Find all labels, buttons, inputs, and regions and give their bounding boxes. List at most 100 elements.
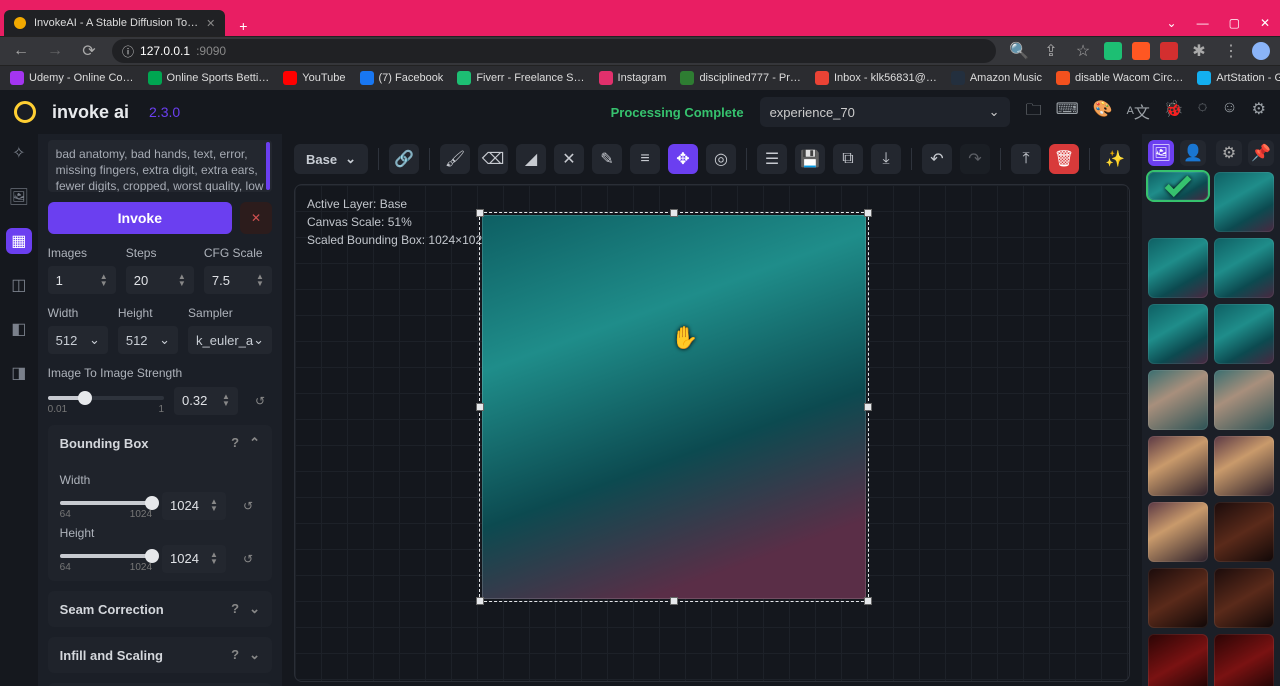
eraser-tool-icon[interactable]: ⌫ — [478, 144, 508, 174]
chevron-down-icon[interactable]: ⌄ — [1167, 16, 1177, 30]
options-icon[interactable]: ≡ — [630, 144, 660, 174]
gallery-thumb[interactable] — [1148, 304, 1208, 364]
sampler-select[interactable]: k_euler_a⌄ — [188, 326, 272, 354]
menu-dots-icon[interactable]: ⋮ — [1220, 40, 1242, 62]
nav-back-button[interactable]: ← — [10, 40, 32, 62]
bug-icon[interactable]: 🐞 — [1164, 99, 1184, 126]
section-seam-correction[interactable]: Seam Correction ?⌄ — [48, 591, 272, 627]
negative-prompt-input[interactable]: bad anatomy, bad hands, text, error, mis… — [48, 140, 272, 192]
window-close-icon[interactable]: ✕ — [1260, 16, 1270, 30]
gallery-thumb[interactable] — [1214, 238, 1274, 298]
nav-reload-button[interactable]: ⟳ — [78, 40, 100, 62]
language-icon[interactable]: ᴬ文 — [1127, 99, 1150, 126]
maximize-icon[interactable]: ▢ — [1229, 16, 1240, 30]
canvas[interactable]: Active Layer: Base Canvas Scale: 51% Sca… — [294, 184, 1130, 682]
help-icon[interactable]: ? — [231, 647, 239, 663]
bbox-handle-nw[interactable] — [476, 209, 484, 217]
discord-icon[interactable]: ☺ — [1221, 99, 1237, 126]
gallery-thumb[interactable] — [1214, 370, 1274, 430]
minimize-icon[interactable]: — — [1197, 16, 1209, 30]
bbox-handle-n[interactable] — [670, 209, 678, 217]
layers-icon[interactable]: ☰ — [757, 144, 787, 174]
bookmark-item[interactable]: YouTube — [283, 71, 345, 85]
browser-tab[interactable]: InvokeAI - A Stable Diffusion To… ✕ — [4, 10, 225, 36]
tab-close-icon[interactable]: ✕ — [206, 17, 215, 30]
rail-canvas-icon[interactable]: ▦ — [6, 228, 32, 254]
bookmark-item[interactable]: Udemy - Online Co… — [10, 71, 134, 85]
step-down-icon[interactable]: ▼ — [210, 506, 218, 512]
height-select[interactable]: 512⌄ — [118, 326, 178, 354]
new-tab-button[interactable]: + — [233, 16, 253, 36]
profile-avatar[interactable] — [1252, 42, 1270, 60]
model-select[interactable]: experience_70 ⌄ — [760, 97, 1010, 127]
step-down-icon[interactable]: ▼ — [100, 281, 108, 287]
bbox-handle-e[interactable] — [864, 403, 872, 411]
i2i-reset-button[interactable]: ↺ — [248, 389, 272, 413]
rail-txt2img-icon[interactable]: ✧ — [6, 140, 32, 166]
gallery-images-tab[interactable]: 🖼 — [1148, 140, 1174, 166]
gallery-thumb[interactable] — [1148, 238, 1208, 298]
rail-img2img-icon[interactable]: 🖼 — [6, 184, 32, 210]
help-icon[interactable]: ? — [231, 435, 239, 451]
rail-postprocess-icon[interactable]: ◧ — [6, 316, 32, 342]
bbox-handle-s[interactable] — [670, 597, 678, 605]
step-down-icon[interactable]: ▼ — [210, 559, 218, 565]
i2i-input[interactable]: 0.32▲▼ — [174, 387, 238, 415]
width-select[interactable]: 512⌄ — [48, 326, 108, 354]
chevron-down-icon[interactable]: ⌄ — [249, 601, 260, 617]
folder-icon[interactable]: 🗀 — [1026, 99, 1042, 126]
chevron-down-icon[interactable]: ⌄ — [249, 647, 260, 663]
bbox-width-input[interactable]: 1024▲▼ — [162, 492, 226, 520]
recenter-icon[interactable]: ◎ — [706, 144, 736, 174]
rail-nodes-icon[interactable]: ◫ — [6, 272, 32, 298]
redo-icon[interactable]: ↷ — [960, 144, 990, 174]
steps-input[interactable]: 20▲▼ — [126, 266, 194, 294]
gallery-settings-icon[interactable]: ⚙ — [1216, 140, 1242, 166]
share-icon[interactable]: ⇪ — [1040, 40, 1062, 62]
move-tool-icon[interactable]: ✥ — [668, 144, 698, 174]
extensions-puzzle-icon[interactable]: ✱ — [1188, 40, 1210, 62]
gallery-thumb[interactable] — [1214, 634, 1274, 686]
bbox-handle-ne[interactable] — [864, 209, 872, 217]
wand-icon[interactable]: ✨ — [1100, 144, 1130, 174]
bounding-box[interactable] — [479, 212, 869, 602]
gallery-thumb[interactable] — [1214, 502, 1274, 562]
cfg-input[interactable]: 7.5▲▼ — [204, 266, 272, 294]
step-down-icon[interactable]: ▼ — [222, 401, 230, 407]
bbox-width-slider[interactable] — [60, 501, 152, 505]
bookmark-item[interactable]: disciplined777 - Pr… — [680, 71, 801, 85]
rail-training-icon[interactable]: ◨ — [6, 360, 32, 386]
bbox-height-reset[interactable]: ↺ — [236, 547, 260, 571]
invoke-button[interactable]: Invoke — [48, 202, 232, 234]
fill-tool-icon[interactable]: ◢ — [516, 144, 546, 174]
palette-icon[interactable]: 🎨 — [1093, 99, 1113, 126]
step-down-icon[interactable]: ▼ — [178, 281, 186, 287]
bbox-width-reset[interactable]: ↺ — [236, 494, 260, 518]
step-down-icon[interactable]: ▼ — [256, 281, 264, 287]
bookmark-item[interactable]: Online Sports Betti… — [148, 71, 270, 85]
cancel-button[interactable]: ✕ — [240, 202, 272, 234]
section-infill-scaling[interactable]: Infill and Scaling ?⌄ — [48, 637, 272, 673]
bbox-height-input[interactable]: 1024▲▼ — [162, 545, 226, 573]
gallery-thumb[interactable] — [1148, 436, 1208, 496]
help-icon[interactable]: ? — [231, 601, 239, 617]
gallery-thumb[interactable] — [1214, 172, 1274, 232]
bookmark-star-icon[interactable]: ☆ — [1072, 40, 1094, 62]
layer-select[interactable]: Base⌄ — [294, 144, 368, 174]
gallery-thumb[interactable] — [1148, 634, 1208, 686]
gallery-thumb[interactable] — [1148, 568, 1208, 628]
keyboard-icon[interactable]: ⌨ — [1056, 99, 1079, 126]
extension-icon[interactable] — [1160, 42, 1178, 60]
extension-icon[interactable] — [1132, 42, 1150, 60]
gallery-thumb[interactable] — [1214, 304, 1274, 364]
bookmark-item[interactable]: Inbox - klk56831@… — [815, 71, 937, 85]
bbox-handle-sw[interactable] — [476, 597, 484, 605]
address-bar[interactable]: ⓘ 127.0.0.1:9090 — [112, 39, 996, 63]
bookmark-item[interactable]: Fiverr - Freelance S… — [457, 71, 584, 85]
link-tool-icon[interactable]: 🔗 — [389, 144, 419, 174]
bookmark-item[interactable]: disable Wacom Circ… — [1056, 71, 1183, 85]
gallery-thumb[interactable] — [1214, 568, 1274, 628]
bbox-handle-se[interactable] — [864, 597, 872, 605]
upload-icon[interactable]: ⤒ — [1011, 144, 1041, 174]
copy-icon[interactable]: ⧉ — [833, 144, 863, 174]
